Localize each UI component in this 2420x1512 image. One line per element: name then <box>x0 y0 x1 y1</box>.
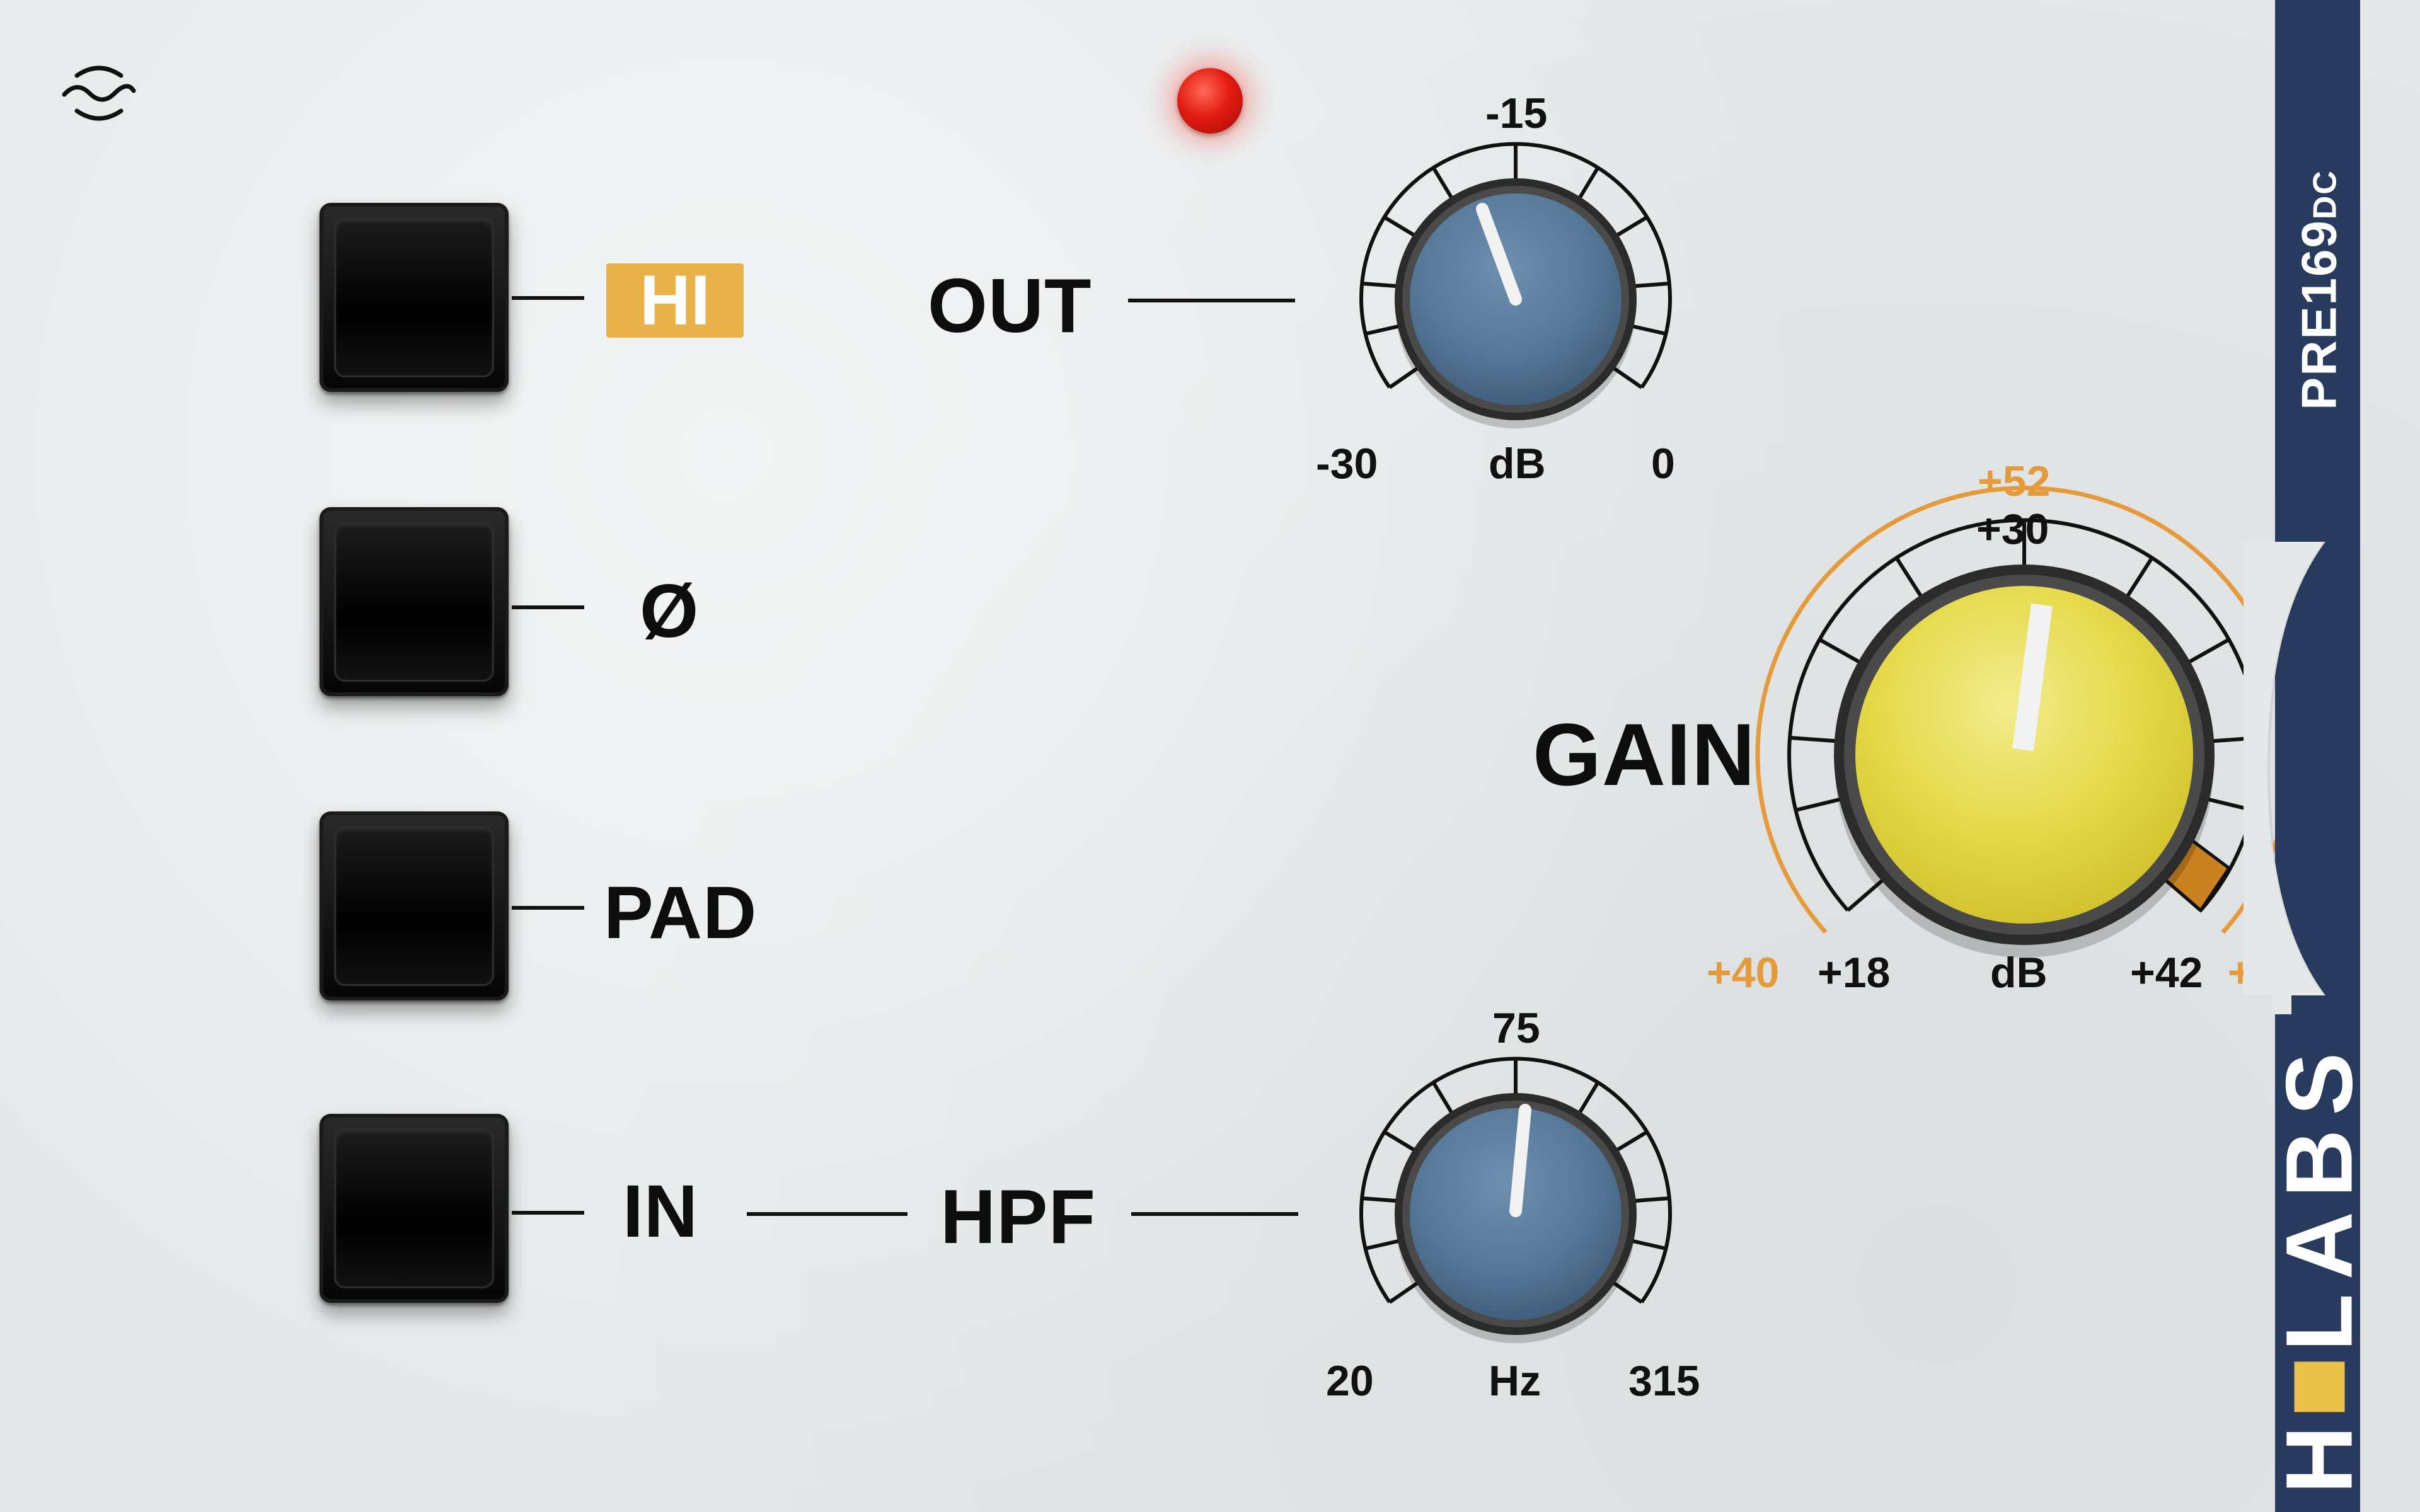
hpf-label: HPF <box>940 1174 1096 1259</box>
model-name: PRE169DC <box>2281 169 2357 410</box>
company-name-text: LABS <box>2266 1038 2372 1351</box>
clip-led-indicator <box>1177 68 1243 134</box>
gain-scale-min: +18 <box>1818 949 1891 997</box>
phase-label: Ø <box>640 569 700 653</box>
gain-scale-max: +42 <box>2130 949 2203 997</box>
output-connector-line <box>1128 299 1295 302</box>
in-label: IN <box>623 1170 698 1253</box>
pad-label: PAD <box>604 871 758 954</box>
model-name-text: PRE169 <box>2291 219 2347 410</box>
hi-connector-line <box>512 296 584 300</box>
output-knob[interactable] <box>1323 113 1714 466</box>
strip-notch <box>2273 939 2291 1014</box>
logo-square-icon <box>2294 1361 2344 1412</box>
output-scale-unit: dB <box>1489 440 1546 488</box>
hpf-scale-unit: Hz <box>1489 1357 1541 1405</box>
hi-switch-button[interactable] <box>320 203 509 392</box>
phase-switch-button[interactable] <box>320 507 509 696</box>
pad-connector-line <box>512 906 584 910</box>
hpf-scale-min: 20 <box>1326 1357 1374 1405</box>
output-scale-min: -30 <box>1316 440 1378 488</box>
in-hpf-connector-line <box>747 1212 908 1216</box>
phase-connector-line <box>512 605 584 609</box>
pad-switch-button[interactable] <box>320 811 509 1000</box>
company-logo: H LABS <box>2266 1039 2372 1494</box>
hpf-scale-max: 315 <box>1628 1357 1700 1405</box>
output-scale-mid: -15 <box>1485 89 1548 137</box>
gain-hi-scale-mid: +52 <box>1978 457 2051 505</box>
hpf-knob[interactable] <box>1323 1028 1714 1381</box>
gain-scale-unit: dB <box>1990 949 2048 997</box>
hi-label-badge: HI <box>606 263 744 338</box>
gain-scale-mid: +30 <box>1976 505 2049 553</box>
hpf-in-switch-button[interactable] <box>320 1114 509 1303</box>
company-prefix-text: H <box>2266 1422 2372 1494</box>
model-suffix-text: DC <box>2307 169 2344 220</box>
hpf-scale-mid: 75 <box>1492 1004 1540 1052</box>
plugin-panel: HI Ø PAD IN OUT -15 -30 dB 0 GAIN +52 +3… <box>0 0 2420 1512</box>
hpf-connector-line <box>1131 1212 1298 1216</box>
strip-cutout <box>2244 542 2325 995</box>
gain-hi-scale-min: +40 <box>1707 949 1780 997</box>
output-scale-max: 0 <box>1651 440 1675 488</box>
output-label: OUT <box>928 263 1092 348</box>
in-connector-line <box>512 1211 584 1215</box>
wave-menu-icon[interactable] <box>58 62 140 125</box>
